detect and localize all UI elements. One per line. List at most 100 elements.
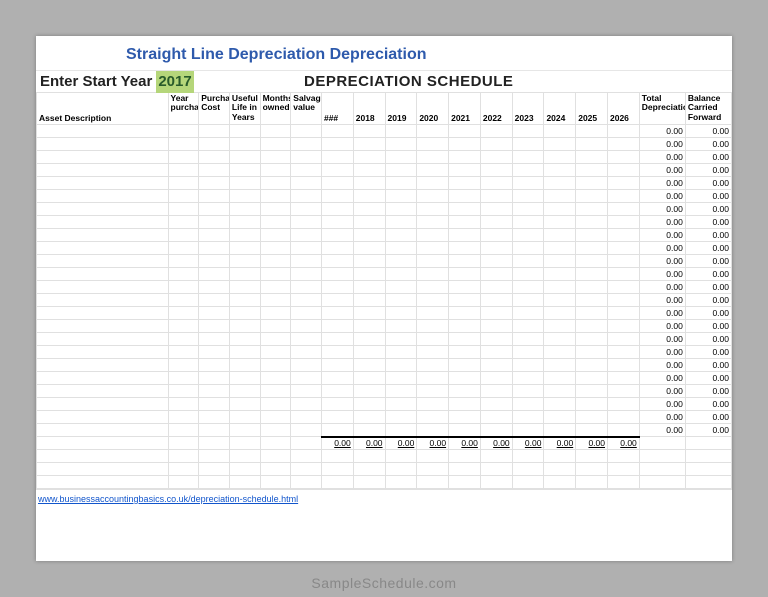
cell[interactable] <box>291 177 322 190</box>
cell[interactable] <box>512 281 544 294</box>
cell[interactable] <box>385 164 417 177</box>
cell[interactable] <box>353 203 385 216</box>
cell[interactable] <box>353 385 385 398</box>
cell[interactable] <box>168 229 199 242</box>
cell[interactable] <box>544 125 576 138</box>
cell[interactable] <box>260 281 291 294</box>
cell[interactable] <box>417 177 449 190</box>
cell[interactable] <box>639 450 685 463</box>
cell[interactable] <box>512 398 544 411</box>
cell[interactable] <box>321 372 353 385</box>
cell[interactable] <box>260 216 291 229</box>
cell[interactable] <box>385 229 417 242</box>
cell[interactable] <box>449 164 481 177</box>
cell[interactable] <box>544 463 576 476</box>
cell[interactable] <box>480 450 512 463</box>
cell[interactable] <box>608 450 640 463</box>
cell[interactable] <box>449 476 481 489</box>
cell[interactable] <box>321 216 353 229</box>
cell[interactable] <box>480 398 512 411</box>
cell[interactable] <box>168 359 199 372</box>
cell[interactable] <box>480 359 512 372</box>
cell[interactable] <box>260 307 291 320</box>
cell[interactable]: 0.00 <box>639 216 685 229</box>
cell[interactable] <box>449 320 481 333</box>
cell[interactable] <box>37 294 169 307</box>
cell[interactable] <box>229 229 260 242</box>
cell[interactable] <box>229 372 260 385</box>
cell[interactable] <box>229 138 260 151</box>
cell[interactable]: 0.00 <box>685 294 731 307</box>
cell[interactable] <box>291 385 322 398</box>
cell[interactable]: 0.00 <box>639 177 685 190</box>
cell[interactable] <box>544 242 576 255</box>
cell[interactable] <box>544 333 576 346</box>
cell[interactable] <box>291 203 322 216</box>
cell[interactable] <box>168 255 199 268</box>
cell[interactable] <box>168 463 199 476</box>
cell[interactable] <box>417 229 449 242</box>
cell[interactable] <box>576 450 608 463</box>
cell[interactable] <box>576 385 608 398</box>
cell[interactable] <box>449 151 481 164</box>
cell[interactable] <box>576 281 608 294</box>
cell[interactable] <box>544 229 576 242</box>
cell[interactable] <box>480 281 512 294</box>
cell[interactable] <box>229 307 260 320</box>
cell[interactable]: 0.00 <box>685 359 731 372</box>
cell[interactable] <box>417 138 449 151</box>
cell[interactable] <box>608 346 640 359</box>
cell[interactable] <box>544 151 576 164</box>
cell[interactable] <box>199 411 230 424</box>
cell[interactable] <box>168 476 199 489</box>
cell[interactable] <box>544 203 576 216</box>
cell[interactable] <box>353 320 385 333</box>
cell[interactable]: 0.00 <box>685 307 731 320</box>
cell[interactable] <box>321 463 353 476</box>
cell[interactable] <box>449 333 481 346</box>
cell[interactable] <box>417 203 449 216</box>
cell[interactable] <box>229 255 260 268</box>
cell[interactable] <box>576 229 608 242</box>
cell[interactable] <box>544 281 576 294</box>
cell[interactable] <box>576 138 608 151</box>
cell[interactable] <box>449 346 481 359</box>
cell[interactable] <box>37 190 169 203</box>
cell[interactable] <box>229 281 260 294</box>
cell[interactable] <box>37 164 169 177</box>
cell[interactable] <box>417 281 449 294</box>
cell[interactable]: 0.00 <box>685 346 731 359</box>
cell[interactable] <box>260 229 291 242</box>
cell[interactable] <box>260 203 291 216</box>
cell[interactable] <box>291 268 322 281</box>
cell[interactable] <box>260 268 291 281</box>
cell[interactable] <box>168 385 199 398</box>
cell[interactable] <box>229 450 260 463</box>
cell[interactable] <box>576 333 608 346</box>
cell[interactable]: 0.00 <box>639 125 685 138</box>
cell[interactable] <box>449 229 481 242</box>
cell[interactable] <box>168 190 199 203</box>
cell[interactable] <box>417 125 449 138</box>
cell[interactable] <box>199 177 230 190</box>
cell[interactable] <box>168 138 199 151</box>
cell[interactable] <box>576 177 608 190</box>
cell[interactable] <box>260 125 291 138</box>
cell[interactable] <box>229 125 260 138</box>
cell[interactable] <box>260 164 291 177</box>
cell[interactable] <box>385 359 417 372</box>
cell[interactable] <box>449 216 481 229</box>
cell[interactable]: 0.00 <box>685 242 731 255</box>
cell[interactable]: 0.00 <box>685 216 731 229</box>
cell[interactable] <box>544 164 576 177</box>
cell[interactable] <box>449 125 481 138</box>
cell[interactable] <box>321 203 353 216</box>
cell[interactable] <box>480 164 512 177</box>
cell[interactable] <box>449 359 481 372</box>
cell[interactable] <box>199 424 230 437</box>
cell[interactable] <box>168 424 199 437</box>
cell[interactable] <box>544 190 576 203</box>
cell[interactable] <box>417 450 449 463</box>
cell[interactable] <box>480 255 512 268</box>
cell[interactable] <box>512 190 544 203</box>
